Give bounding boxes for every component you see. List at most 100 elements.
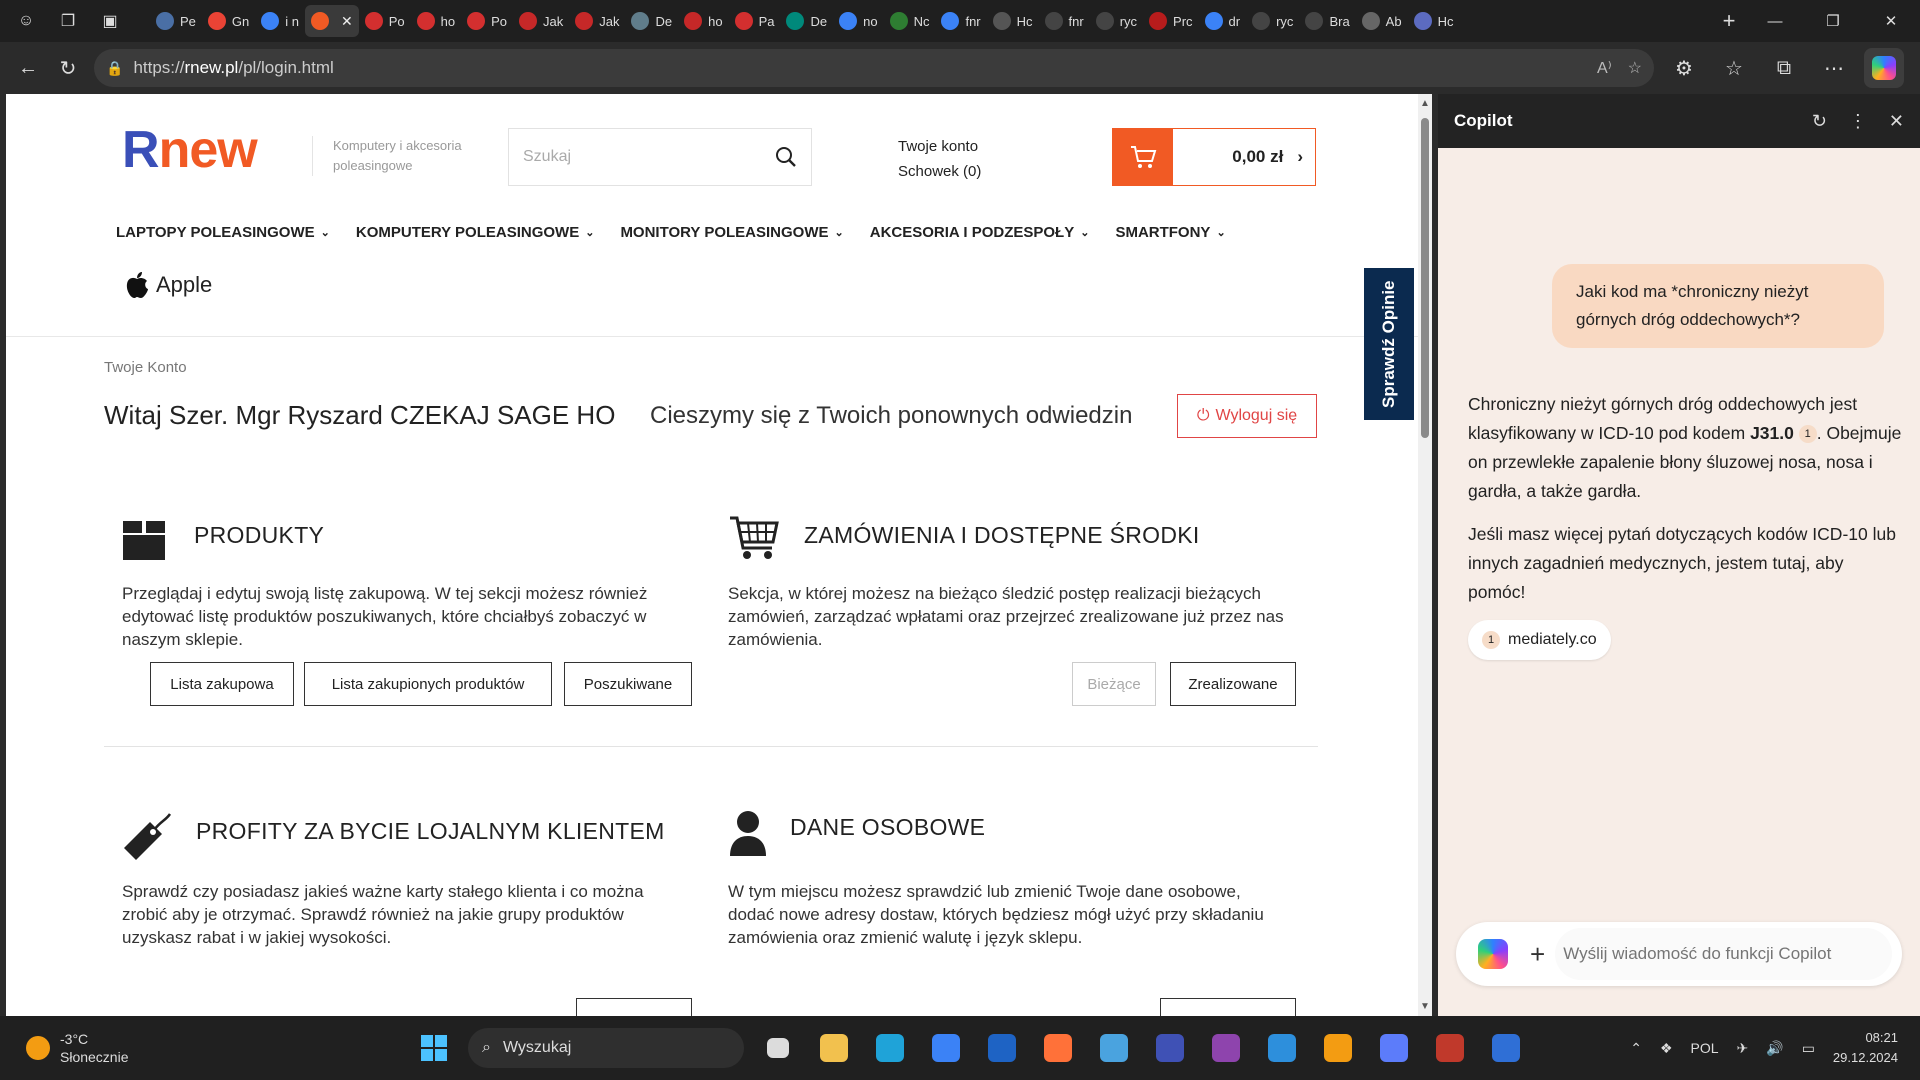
copilot-icon[interactable] <box>1478 939 1508 969</box>
virtualbox-app-button[interactable] <box>1372 1026 1416 1070</box>
browser-tab[interactable]: Hc <box>1408 5 1460 37</box>
browser-tab[interactable]: ho <box>678 5 728 37</box>
wanted-products-button[interactable]: Poszukiwane <box>564 662 692 706</box>
browser-tab[interactable]: De <box>780 5 833 37</box>
refresh-icon[interactable]: ↻ <box>1812 111 1827 132</box>
profile-icon[interactable]: ☺ <box>8 6 44 36</box>
azure-app-button[interactable] <box>1484 1026 1528 1070</box>
podcast-app-button[interactable] <box>1204 1026 1248 1070</box>
browser-tab[interactable]: Ab <box>1356 5 1408 37</box>
firefox-app-button[interactable] <box>1036 1026 1080 1070</box>
account-link[interactable]: Twoje konto <box>898 134 981 159</box>
scrollbar-thumb[interactable] <box>1421 118 1429 438</box>
close-tab-icon[interactable]: ✕ <box>341 13 353 30</box>
browser-tab[interactable]: ho <box>411 5 461 37</box>
task-view-button[interactable] <box>756 1026 800 1070</box>
browser-tab[interactable]: fnr <box>935 5 986 37</box>
save-app-button[interactable] <box>1148 1026 1192 1070</box>
browser-tab[interactable]: Po <box>359 5 411 37</box>
copilot-message-input[interactable] <box>1555 928 1892 980</box>
photos-app-button[interactable] <box>1092 1026 1136 1070</box>
breadcrumb[interactable]: Twoje Konto <box>104 359 187 376</box>
menu-item[interactable]: MONITORY POLEASINGOWE ⌄ <box>620 224 843 241</box>
scroll-up-icon[interactable]: ▲ <box>1420 98 1430 109</box>
search-icon[interactable] <box>775 146 797 168</box>
close-icon[interactable]: ✕ <box>1889 111 1904 132</box>
menu-item[interactable]: SMARTFONY ⌄ <box>1115 224 1225 241</box>
more-menu-icon[interactable]: ⋯ <box>1814 50 1854 86</box>
weather-widget[interactable]: -3°C Słonecznie <box>26 1030 129 1066</box>
menu-item[interactable]: LAPTOPY POLEASINGOWE ⌄ <box>116 224 330 241</box>
taskbar-search[interactable]: ⌕ Wyszukaj <box>468 1028 744 1068</box>
browser-tab[interactable]: Jak <box>569 5 625 37</box>
citation-badge[interactable]: 1 <box>1798 425 1817 444</box>
shopping-list-button[interactable]: Lista zakupowa <box>150 662 294 706</box>
purchased-products-button[interactable]: Lista zakupionych produktów <box>304 662 552 706</box>
browser-tab[interactable]: Po <box>461 5 513 37</box>
new-tab-button[interactable]: + <box>1712 8 1746 34</box>
file-explorer-app-button[interactable] <box>812 1026 856 1070</box>
volume-icon[interactable]: 🔊 <box>1766 1040 1783 1057</box>
address-bar[interactable]: 🔒 https://rnew.pl/pl/login.html A⁾ ☆ <box>94 49 1654 87</box>
edge-app-button[interactable] <box>868 1026 912 1070</box>
browser-tab[interactable]: Pe <box>150 5 202 37</box>
favorites-icon[interactable]: ☆ <box>1714 50 1754 86</box>
browser-tab[interactable]: Bra <box>1299 5 1355 37</box>
wishlist-link[interactable]: Schowek (0) <box>898 159 981 184</box>
page-scrollbar[interactable]: ▲ ▼ <box>1418 94 1432 1016</box>
read-aloud-icon[interactable]: A⁾ <box>1597 58 1612 78</box>
battery-icon[interactable]: ▭ <box>1802 1040 1815 1057</box>
browser-tab[interactable]: Gn <box>202 5 255 37</box>
back-button[interactable]: ← <box>8 50 48 86</box>
scroll-down-icon[interactable]: ▼ <box>1420 1001 1430 1012</box>
search-input[interactable] <box>523 148 775 166</box>
menu-item[interactable]: KOMPUTERY POLEASINGOWE ⌄ <box>356 224 595 241</box>
browser-tab[interactable]: no <box>833 5 883 37</box>
outlook-app-button[interactable] <box>980 1026 1024 1070</box>
language-indicator[interactable]: POL <box>1691 1040 1719 1056</box>
collections-icon[interactable]: ⧉ <box>1764 50 1804 86</box>
browser-tab[interactable]: Nc <box>884 5 936 37</box>
browser-tab[interactable]: Hc <box>987 5 1039 37</box>
store-app-button[interactable] <box>924 1026 968 1070</box>
clock[interactable]: 08:21 29.12.2024 <box>1833 1028 1898 1068</box>
pdf-reader-app-button[interactable] <box>1428 1026 1472 1070</box>
network-icon[interactable]: ✈ <box>1737 1040 1749 1057</box>
cart-button[interactable]: 0,00 zł › <box>1112 128 1316 186</box>
copilot-toggle-button[interactable] <box>1864 48 1904 88</box>
browser-tab[interactable]: Prc <box>1143 5 1199 37</box>
add-icon[interactable]: + <box>1530 939 1545 970</box>
source-chip[interactable]: 1 mediately.co <box>1468 620 1611 660</box>
browser-tab[interactable]: Jak <box>513 5 569 37</box>
more-options-icon[interactable]: ⋮ <box>1849 111 1867 132</box>
media-player-app-button[interactable] <box>1316 1026 1360 1070</box>
refresh-button[interactable]: ↻ <box>48 50 88 86</box>
browser-tab[interactable]: fnr <box>1039 5 1090 37</box>
completed-orders-button[interactable]: Zrealizowane <box>1170 662 1296 706</box>
browser-tab[interactable]: Pa <box>729 5 781 37</box>
dropbox-icon[interactable]: ❖ <box>1660 1040 1673 1057</box>
menu-item[interactable]: AKCESORIA I PODZESPOŁY ⌄ <box>870 224 1090 241</box>
workspaces-icon[interactable]: ❐ <box>50 6 86 36</box>
vscode-app-button[interactable] <box>1260 1026 1304 1070</box>
current-orders-button[interactable]: Bieżące <box>1072 662 1156 706</box>
maximize-button[interactable]: ❐ <box>1804 0 1862 42</box>
browser-tab[interactable]: ryc <box>1246 5 1299 37</box>
browser-tab[interactable]: i n <box>255 5 305 37</box>
extensions-icon[interactable]: ⚙ <box>1664 50 1704 86</box>
browser-tab[interactable]: ryc <box>1090 5 1143 37</box>
apple-menu-item[interactable]: Apple <box>124 270 212 300</box>
browser-tab[interactable]: dr <box>1199 5 1247 37</box>
reviews-side-tab[interactable]: Sprawdź Opinie <box>1364 268 1414 420</box>
minimize-button[interactable]: — <box>1746 0 1804 42</box>
start-button[interactable] <box>412 1026 456 1070</box>
site-logo[interactable]: Rnew <box>122 120 258 180</box>
close-window-button[interactable]: ✕ <box>1862 0 1920 42</box>
browser-tab[interactable]: De <box>625 5 678 37</box>
browser-tab[interactable]: ✕ <box>304 5 359 37</box>
loyalty-section-button[interactable] <box>576 998 692 1016</box>
vertical-tabs-icon[interactable]: ▣ <box>92 6 128 36</box>
logout-button[interactable]: ⏻ Wyloguj się <box>1177 394 1317 438</box>
personal-data-section-button[interactable] <box>1160 998 1296 1016</box>
favorite-star-icon[interactable]: ☆ <box>1628 58 1642 78</box>
